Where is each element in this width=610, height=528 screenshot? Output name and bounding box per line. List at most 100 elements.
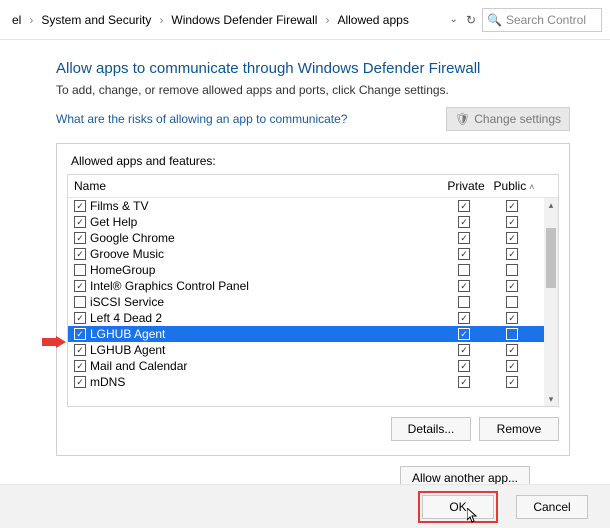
- public-checkbox[interactable]: [506, 376, 518, 388]
- scrollbar[interactable]: ▴ ▾: [544, 198, 558, 406]
- private-checkbox[interactable]: [458, 280, 470, 292]
- row-private-cell[interactable]: [442, 360, 490, 372]
- row-public-cell[interactable]: [490, 248, 538, 260]
- table-row[interactable]: Mail and Calendar: [68, 358, 544, 374]
- row-name: Left 4 Dead 2: [90, 311, 442, 325]
- table-row[interactable]: Intel® Graphics Control Panel: [68, 278, 544, 294]
- change-settings-button[interactable]: 🛡 Change settings: [446, 107, 570, 131]
- row-public-cell[interactable]: [490, 312, 538, 324]
- table-row[interactable]: LGHUB Agent: [68, 326, 544, 342]
- change-settings-label: Change settings: [474, 112, 561, 126]
- public-checkbox[interactable]: [506, 200, 518, 212]
- private-checkbox[interactable]: [458, 328, 470, 340]
- row-private-cell[interactable]: [442, 200, 490, 212]
- row-enabled-checkbox[interactable]: [74, 264, 86, 276]
- row-enabled-checkbox[interactable]: [74, 216, 86, 228]
- apps-list[interactable]: Name Private Public˄ Films & TVGet HelpG…: [67, 174, 559, 407]
- breadcrumb-item[interactable]: System and Security: [37, 11, 155, 29]
- public-checkbox[interactable]: [506, 280, 518, 292]
- table-row[interactable]: Films & TV: [68, 198, 544, 214]
- scroll-down-icon[interactable]: ▾: [544, 392, 558, 406]
- chevron-right-icon: ›: [159, 13, 163, 27]
- column-header-private[interactable]: Private: [442, 179, 490, 193]
- row-public-cell[interactable]: [490, 232, 538, 244]
- private-checkbox[interactable]: [458, 264, 470, 276]
- public-checkbox[interactable]: [506, 360, 518, 372]
- help-link[interactable]: What are the risks of allowing an app to…: [56, 112, 347, 126]
- row-enabled-checkbox[interactable]: [74, 280, 86, 292]
- table-row[interactable]: HomeGroup: [68, 262, 544, 278]
- table-row[interactable]: Get Help: [68, 214, 544, 230]
- table-row[interactable]: Left 4 Dead 2: [68, 310, 544, 326]
- row-public-cell[interactable]: [490, 200, 538, 212]
- row-public-cell[interactable]: [490, 376, 538, 388]
- column-header-public[interactable]: Public˄: [490, 179, 538, 193]
- row-private-cell[interactable]: [442, 232, 490, 244]
- annotation-highlight: OK: [418, 491, 498, 523]
- public-checkbox[interactable]: [506, 232, 518, 244]
- row-private-cell[interactable]: [442, 248, 490, 260]
- public-checkbox[interactable]: [506, 248, 518, 260]
- table-row[interactable]: mDNS: [68, 374, 544, 390]
- private-checkbox[interactable]: [458, 232, 470, 244]
- row-private-cell[interactable]: [442, 328, 490, 340]
- private-checkbox[interactable]: [458, 312, 470, 324]
- row-public-cell[interactable]: [490, 328, 538, 340]
- row-private-cell[interactable]: [442, 216, 490, 228]
- table-row[interactable]: LGHUB Agent: [68, 342, 544, 358]
- row-public-cell[interactable]: [490, 296, 538, 308]
- private-checkbox[interactable]: [458, 376, 470, 388]
- row-public-cell[interactable]: [490, 344, 538, 356]
- row-private-cell[interactable]: [442, 376, 490, 388]
- row-enabled-checkbox[interactable]: [74, 200, 86, 212]
- row-enabled-checkbox[interactable]: [74, 312, 86, 324]
- public-checkbox[interactable]: [506, 344, 518, 356]
- scroll-up-icon[interactable]: ▴: [544, 198, 558, 212]
- row-private-cell[interactable]: [442, 280, 490, 292]
- private-checkbox[interactable]: [458, 216, 470, 228]
- private-checkbox[interactable]: [458, 296, 470, 308]
- public-checkbox[interactable]: [506, 312, 518, 324]
- private-checkbox[interactable]: [458, 248, 470, 260]
- table-row[interactable]: iSCSI Service: [68, 294, 544, 310]
- public-checkbox[interactable]: [506, 328, 518, 340]
- chevron-down-icon[interactable]: ⌄: [450, 14, 458, 25]
- row-enabled-checkbox[interactable]: [74, 344, 86, 356]
- row-enabled-checkbox[interactable]: [74, 328, 86, 340]
- search-input[interactable]: 🔍 Search Control: [482, 8, 602, 32]
- private-checkbox[interactable]: [458, 360, 470, 372]
- table-row[interactable]: Google Chrome: [68, 230, 544, 246]
- remove-button[interactable]: Remove: [479, 417, 559, 441]
- row-enabled-checkbox[interactable]: [74, 376, 86, 388]
- breadcrumb-item[interactable]: Windows Defender Firewall: [167, 11, 321, 29]
- row-name: Google Chrome: [90, 231, 442, 245]
- row-enabled-checkbox[interactable]: [74, 248, 86, 260]
- public-checkbox[interactable]: [506, 296, 518, 308]
- private-checkbox[interactable]: [458, 200, 470, 212]
- row-private-cell[interactable]: [442, 344, 490, 356]
- row-public-cell[interactable]: [490, 216, 538, 228]
- row-public-cell[interactable]: [490, 264, 538, 276]
- breadcrumb[interactable]: el › System and Security › Windows Defen…: [8, 11, 444, 29]
- row-enabled-checkbox[interactable]: [74, 296, 86, 308]
- ok-button[interactable]: OK: [422, 495, 494, 519]
- row-enabled-checkbox[interactable]: [74, 232, 86, 244]
- public-checkbox[interactable]: [506, 264, 518, 276]
- row-public-cell[interactable]: [490, 360, 538, 372]
- row-private-cell[interactable]: [442, 264, 490, 276]
- column-header-name[interactable]: Name: [74, 179, 442, 193]
- row-enabled-checkbox[interactable]: [74, 360, 86, 372]
- chevron-right-icon: ›: [325, 13, 329, 27]
- refresh-icon[interactable]: ↻: [466, 13, 476, 27]
- row-private-cell[interactable]: [442, 312, 490, 324]
- breadcrumb-item[interactable]: el: [8, 11, 25, 29]
- private-checkbox[interactable]: [458, 344, 470, 356]
- table-row[interactable]: Groove Music: [68, 246, 544, 262]
- scrollbar-thumb[interactable]: [546, 228, 556, 288]
- row-public-cell[interactable]: [490, 280, 538, 292]
- cancel-button[interactable]: Cancel: [516, 495, 588, 519]
- breadcrumb-item[interactable]: Allowed apps: [333, 11, 412, 29]
- details-button[interactable]: Details...: [391, 417, 471, 441]
- public-checkbox[interactable]: [506, 216, 518, 228]
- row-private-cell[interactable]: [442, 296, 490, 308]
